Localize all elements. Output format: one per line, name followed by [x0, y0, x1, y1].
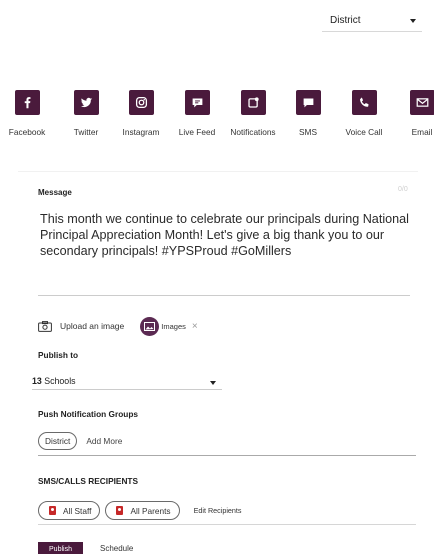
sms-icon	[295, 90, 321, 115]
compose-card: Message 0/0 This month we continue to ce…	[0, 176, 434, 554]
message-underline	[38, 295, 410, 296]
images-icon	[140, 316, 160, 336]
message-heading: Message	[38, 188, 72, 197]
publish-button[interactable]: Publish	[38, 542, 83, 554]
images-chip-label: Images	[161, 321, 186, 331]
recipient-icon	[49, 506, 56, 515]
all-parents-chip[interactable]: All Parents	[105, 501, 180, 520]
channel-twitter[interactable]: Twitter	[56, 90, 116, 166]
phone-icon	[351, 90, 377, 115]
chevron-down-icon	[210, 380, 216, 385]
images-chip[interactable]: Images ×	[140, 316, 198, 336]
channel-label: Twitter	[73, 127, 99, 137]
schools-dropdown-value: 13 Schools	[32, 376, 76, 386]
channel-email[interactable]: Email	[392, 90, 434, 166]
camera-icon[interactable]	[38, 320, 52, 332]
channel-notifications[interactable]: Notifications	[223, 90, 283, 166]
all-staff-chip[interactable]: All Staff	[38, 501, 101, 520]
add-more-link[interactable]: Add More	[86, 436, 122, 446]
push-groups-underline	[38, 455, 416, 456]
district-dropdown[interactable]: District	[322, 10, 422, 32]
push-groups-heading: Push Notification Groups	[38, 409, 139, 419]
schools-unit: Schools	[44, 375, 76, 386]
close-icon[interactable]: ×	[192, 321, 198, 332]
channel-facebook[interactable]: Facebook	[0, 90, 57, 166]
district-group-chip[interactable]: District	[38, 432, 78, 450]
sms-recipients-heading: SMS/CALLS RECIPIENTS	[38, 476, 139, 486]
notifications-icon	[240, 90, 266, 115]
divider	[18, 171, 418, 172]
publish-to-heading: Publish to	[38, 350, 79, 360]
attachment-row: Upload an image Images ×	[38, 316, 198, 336]
sms-recipients-row: All Staff All Parents Edit Recipients	[38, 501, 242, 520]
channel-sms[interactable]: SMS	[278, 90, 338, 166]
schedule-button[interactable]: Schedule	[100, 544, 133, 553]
channel-label: Voice Call	[345, 127, 383, 137]
channel-label: Notifications	[230, 127, 276, 137]
upload-image-link[interactable]: Upload an image	[60, 321, 124, 331]
schools-count: 13	[32, 375, 42, 386]
channel-label: SMS	[299, 127, 317, 137]
channel-selector: Facebook Twitter Instagram Live Feed Not…	[0, 90, 434, 166]
district-dropdown-label: District	[330, 15, 361, 26]
email-icon	[409, 90, 434, 115]
channel-label: Email	[411, 127, 433, 137]
schools-dropdown[interactable]: 13 Schools	[32, 372, 222, 390]
sms-recipients-underline	[38, 524, 416, 525]
recipient-icon	[116, 506, 124, 515]
push-groups-row: District Add More	[38, 432, 122, 450]
channel-instagram[interactable]: Instagram	[111, 90, 171, 166]
channel-label: Instagram	[122, 127, 160, 137]
all-parents-label: All Parents	[130, 505, 171, 516]
top-bar: District	[0, 0, 434, 40]
channel-voice-call[interactable]: Voice Call	[334, 90, 394, 166]
twitter-icon	[73, 90, 99, 115]
channel-label: Live Feed	[178, 127, 216, 137]
live-feed-icon	[184, 90, 210, 115]
channel-live-feed[interactable]: Live Feed	[167, 90, 227, 166]
edit-recipients-link[interactable]: Edit Recipients	[194, 506, 242, 515]
message-textarea[interactable]: This month we continue to celebrate our …	[40, 211, 420, 259]
facebook-icon	[14, 90, 40, 115]
chevron-down-icon	[410, 18, 416, 23]
instagram-icon	[128, 90, 154, 115]
all-staff-label: All Staff	[63, 505, 92, 516]
message-character-count: 0/0	[398, 186, 408, 193]
channel-label: Facebook	[8, 127, 46, 137]
